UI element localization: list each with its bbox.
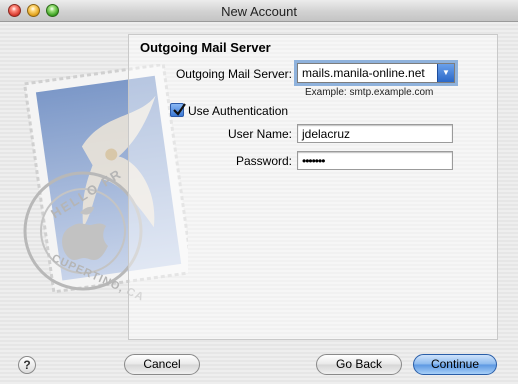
help-button[interactable]: ? (18, 356, 36, 374)
window-title: New Account (221, 4, 297, 19)
chevron-down-icon[interactable]: ▼ (437, 64, 454, 82)
smtp-server-example: Example: smtp.example.com (305, 87, 434, 98)
section-title: Outgoing Mail Server (140, 40, 271, 55)
user-name-label: User Name: (227, 127, 292, 141)
user-name-field[interactable]: jdelacruz (297, 124, 453, 143)
smtp-server-combo[interactable]: mails.manila-online.net ▼ (297, 63, 455, 83)
title-bar[interactable]: New Account (0, 0, 518, 22)
go-back-button[interactable]: Go Back (316, 354, 402, 375)
user-name-value: jdelacruz (302, 127, 351, 141)
checkmark-icon (173, 103, 186, 116)
password-field[interactable]: ••••••• (297, 151, 453, 170)
new-account-window: New Account HELLO FR CUPERTINO, CA Outgo… (0, 0, 518, 384)
smtp-server-label: Outgoing Mail Server: (175, 67, 292, 81)
use-authentication-label[interactable]: Use Authentication (188, 104, 288, 118)
use-authentication-checkbox[interactable] (170, 103, 186, 117)
smtp-server-value: mails.manila-online.net (302, 66, 425, 80)
password-label: Password: (235, 154, 292, 168)
cancel-button[interactable]: Cancel (124, 354, 200, 375)
password-value: ••••••• (302, 154, 325, 168)
continue-button[interactable]: Continue (413, 354, 497, 375)
